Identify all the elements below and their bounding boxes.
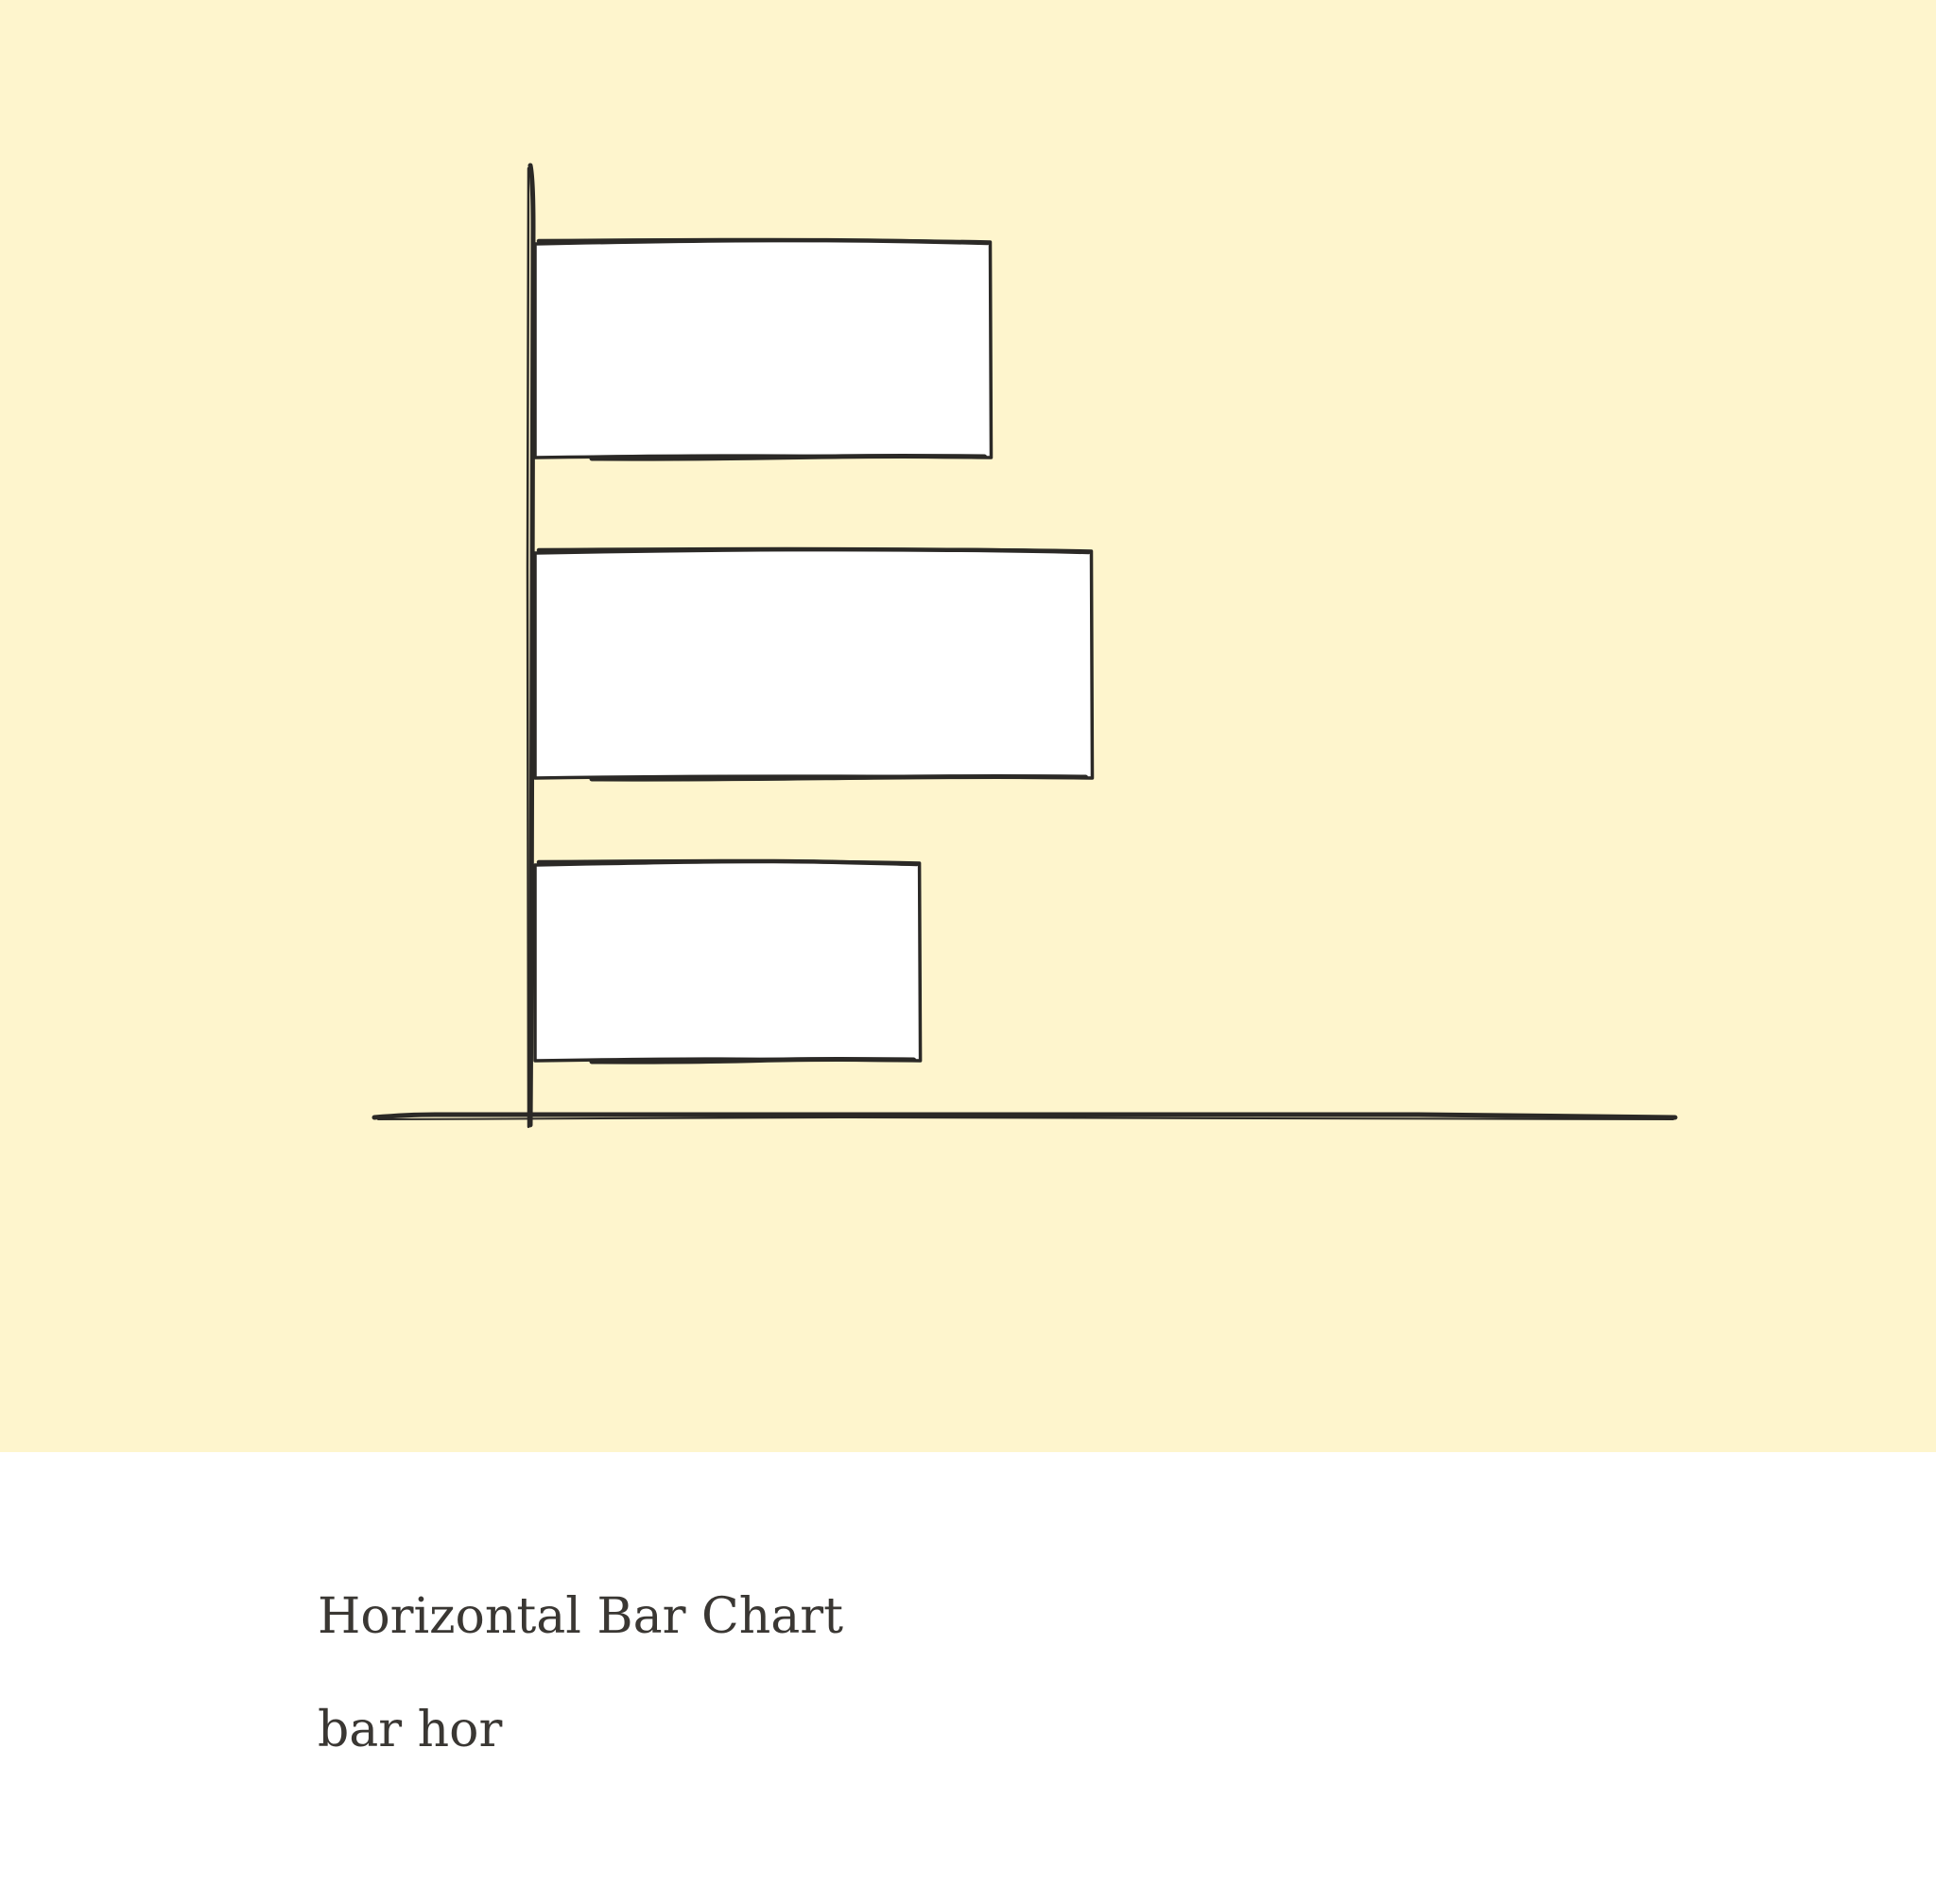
x-axis-line-sketch bbox=[377, 1116, 1674, 1120]
bars-layer bbox=[533, 237, 1095, 1065]
card-caption: Horizontal Bar Chart bar hor bbox=[318, 1588, 1641, 1758]
card-tag: bar hor bbox=[318, 1702, 503, 1758]
bar-3 bbox=[533, 858, 923, 1065]
y-axis-line bbox=[527, 163, 536, 1128]
bar-2 bbox=[533, 546, 1095, 782]
bar-1 bbox=[533, 237, 994, 461]
template-card[interactable]: Horizontal Bar Chart bar hor bbox=[0, 0, 1936, 1904]
card-title: Horizontal Bar Chart bbox=[318, 1588, 844, 1645]
y-axis-line-sketch bbox=[526, 166, 530, 1129]
chart-preview[interactable] bbox=[0, 0, 1936, 1452]
horizontal-bar-chart-illustration bbox=[372, 163, 1678, 1129]
